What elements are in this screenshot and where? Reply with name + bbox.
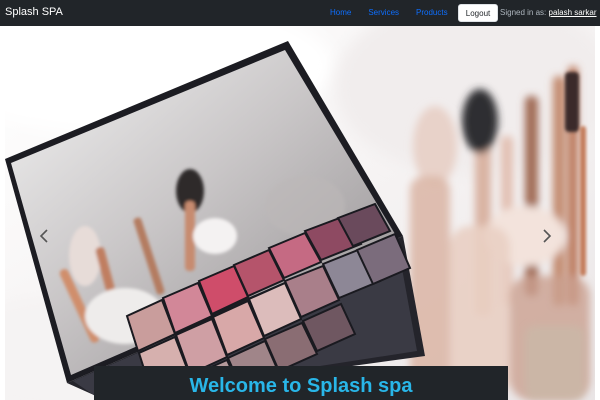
nav-link-services[interactable]: Services [368, 7, 399, 19]
nav-link-products[interactable]: Products [416, 7, 448, 19]
carousel-prev-button[interactable] [39, 229, 59, 255]
carousel-next-button[interactable] [542, 229, 562, 255]
signed-in-status: Signed in as: palash sarkar [500, 7, 597, 19]
nav-links: Home Services Products [330, 7, 448, 19]
logout-button[interactable]: Logout [458, 4, 498, 22]
carousel-caption: Welcome to Splash spa [94, 366, 508, 400]
chevron-left-icon [39, 229, 48, 243]
welcome-heading: Welcome to Splash spa [189, 375, 413, 397]
makeup-slide-image [5, 26, 595, 400]
signed-in-label: Signed in as: [500, 8, 547, 17]
top-navbar: Splash SPA Home Services Products Logout… [0, 0, 600, 26]
nav-link-home[interactable]: Home [330, 7, 351, 19]
username-link[interactable]: palash sarkar [549, 8, 597, 17]
hero-carousel: Welcome to Splash spa [5, 26, 595, 400]
brand-name[interactable]: Splash SPA [5, 5, 63, 20]
chevron-right-icon [543, 229, 552, 243]
